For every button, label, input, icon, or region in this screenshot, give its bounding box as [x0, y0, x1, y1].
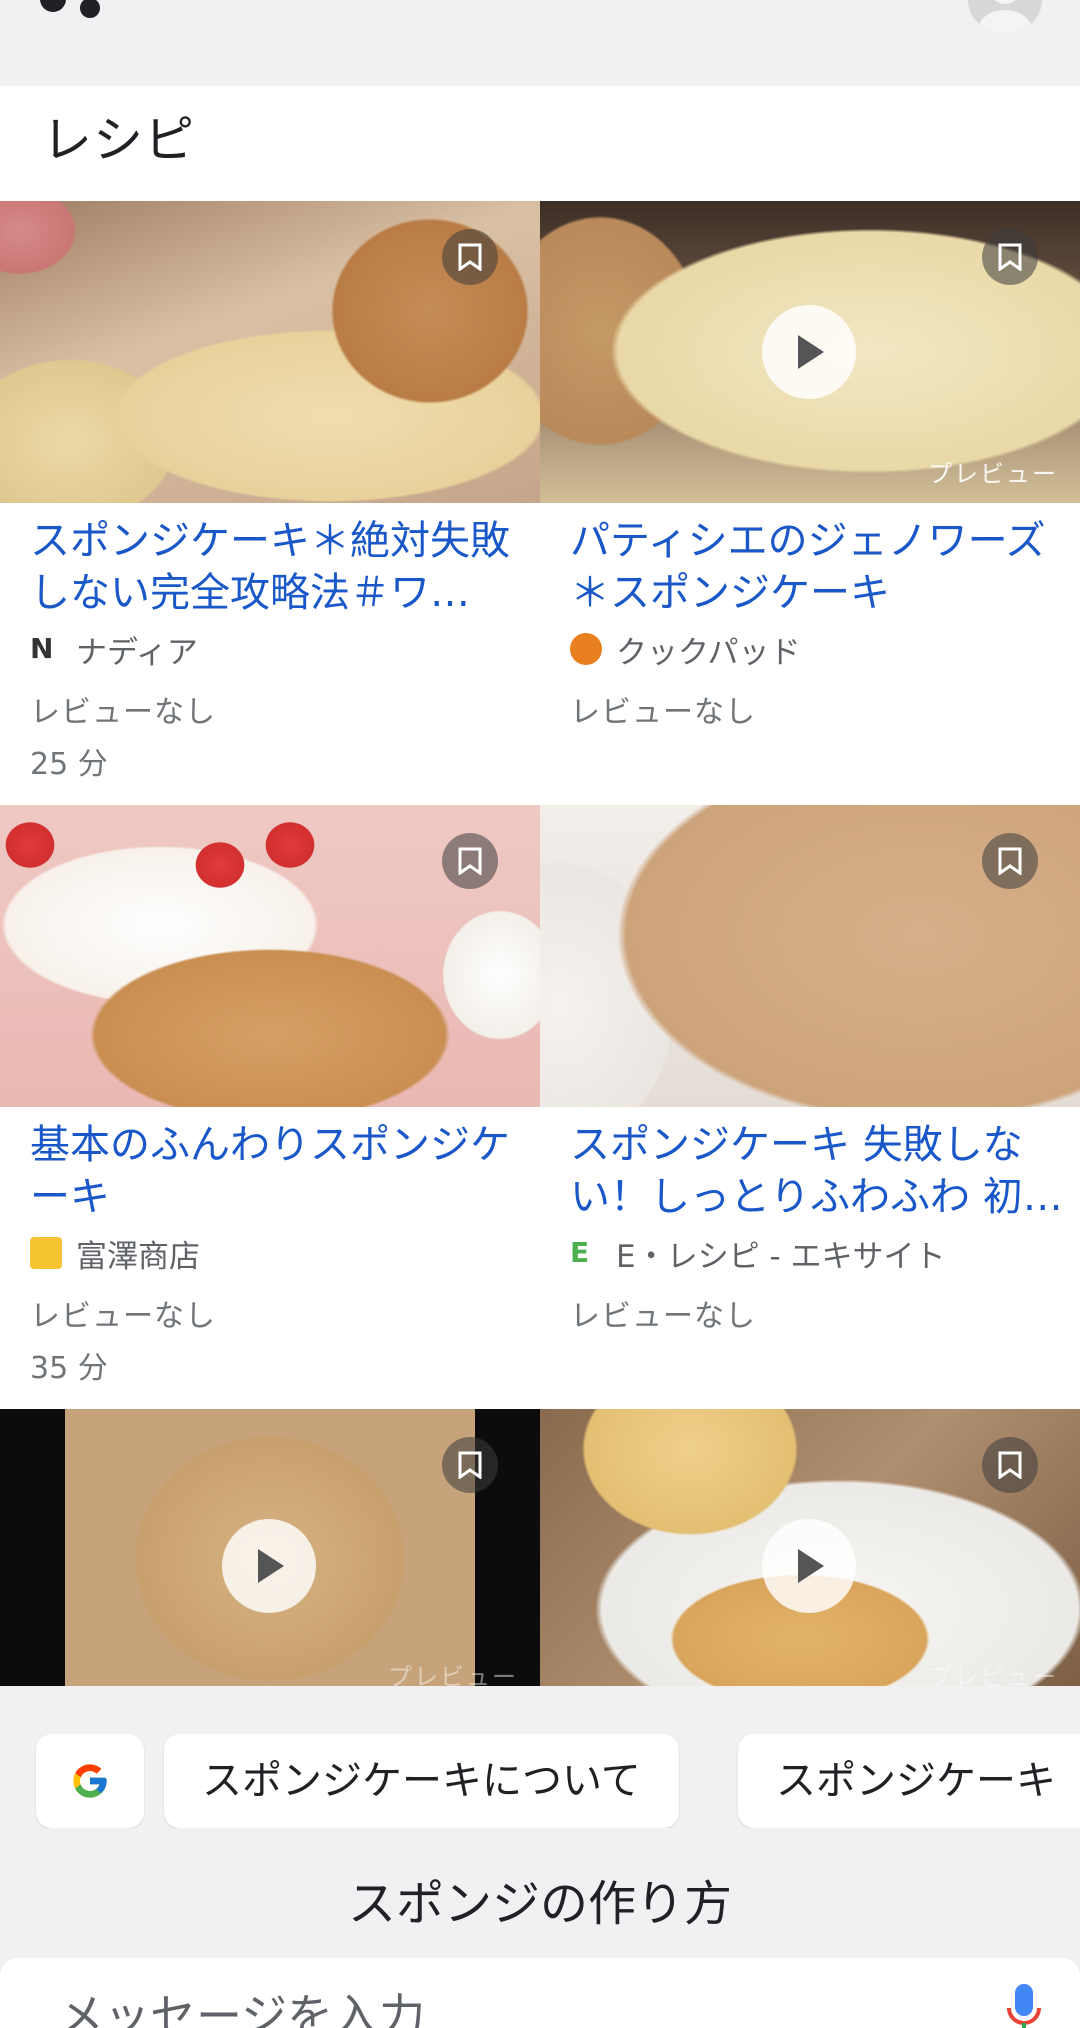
recipe-item[interactable]: プレビュー	[0, 1409, 540, 1686]
bookmark-button[interactable]	[442, 229, 498, 285]
google-search-chip[interactable]	[36, 1734, 144, 1828]
recipe-thumbnail[interactable]	[0, 805, 540, 1107]
cookpad-logo-icon	[570, 633, 602, 665]
recipe-title[interactable]: 基本のふんわりスポンジケーキ	[30, 1119, 530, 1223]
user-query: スポンジの作り方	[347, 1876, 732, 1932]
recipe-thumbnail[interactable]: プレビュー	[540, 201, 1080, 503]
play-button[interactable]	[222, 1519, 316, 1613]
recipe-title[interactable]: パティシエのジェノワーズ＊スポンジケーキ	[570, 515, 1080, 619]
bookmark-icon	[998, 243, 1022, 271]
recipe-title[interactable]: スポンジケーキ 失敗しない！しっとりふわふわ 初…	[570, 1119, 1080, 1223]
recipe-source-label: ナディア	[76, 634, 198, 671]
suggestion-chip[interactable]: スポンジケーキについて	[164, 1734, 679, 1828]
section-title: レシピ	[42, 111, 195, 169]
bookmark-button[interactable]	[442, 1437, 498, 1493]
bookmark-icon	[458, 243, 482, 271]
recipe-thumbnail[interactable]: プレビュー	[540, 1409, 1080, 1686]
recipe-time: 35 分	[30, 1351, 108, 1386]
recipe-item[interactable]: スポンジケーキ＊絶対失敗しない完全攻略法＃ワ… N ナディア レビューなし 25…	[0, 201, 540, 805]
recipe-item[interactable]: プレビュー	[540, 1409, 1080, 1686]
recipe-thumbnail[interactable]: プレビュー	[0, 1409, 540, 1686]
play-icon	[798, 335, 824, 369]
play-icon	[258, 1549, 284, 1583]
bookmark-button[interactable]	[442, 833, 498, 889]
recipe-item[interactable]: プレビュー パティシエのジェノワーズ＊スポンジケーキ クックパッド レビューなし	[540, 201, 1080, 805]
bookmark-icon	[998, 1451, 1022, 1479]
erecipe-logo-icon: E	[570, 1236, 590, 1269]
assistant-dots-icon[interactable]	[40, 0, 110, 30]
recipe-source: クックパッド	[570, 629, 801, 671]
bookmark-button[interactable]	[982, 229, 1038, 285]
play-icon	[798, 1549, 824, 1583]
top-bar	[0, 0, 1080, 86]
recipe-review: レビューなし	[30, 1299, 216, 1334]
google-g-icon	[73, 1764, 107, 1798]
suggestion-chip[interactable]: スポンジケーキ	[738, 1734, 1080, 1828]
recipe-thumbnail[interactable]	[540, 805, 1080, 1107]
recipe-review: レビューなし	[30, 695, 216, 730]
message-input[interactable]: メッセージを入力	[58, 1980, 425, 2028]
bookmark-icon	[458, 847, 482, 875]
bookmark-button[interactable]	[982, 833, 1038, 889]
preview-label: プレビュー	[928, 460, 1058, 488]
recipe-title[interactable]: スポンジケーキ＊絶対失敗しない完全攻略法＃ワ…	[30, 515, 530, 619]
preview-label: プレビュー	[388, 1663, 518, 1686]
recipe-card: レシピ スポンジケーキ＊絶対失敗しない完全攻略法＃ワ… N ナディア レビューな…	[0, 86, 1080, 1686]
recipe-review: レビューなし	[570, 695, 756, 730]
recipe-source-label: クックパッド	[616, 634, 801, 671]
recipe-time: 25 分	[30, 747, 108, 782]
recipe-source: 富澤商店	[30, 1233, 200, 1275]
preview-label: プレビュー	[928, 1663, 1058, 1686]
suggestion-chips: スポンジケーキについて スポンジケーキ	[0, 1734, 1080, 1828]
play-button[interactable]	[762, 305, 856, 399]
recipe-source-label: 富澤商店	[76, 1238, 200, 1275]
recipe-item[interactable]: スポンジケーキ 失敗しない！しっとりふわふわ 初… E E・レシピ - エキサイ…	[540, 805, 1080, 1409]
play-button[interactable]	[762, 1519, 856, 1613]
recipe-source-label: E・レシピ - エキサイト	[616, 1238, 946, 1275]
bookmark-icon	[998, 847, 1022, 875]
nadia-logo-icon: N	[30, 632, 54, 665]
recipe-source: N ナディア	[30, 629, 198, 671]
bookmark-icon	[458, 1451, 482, 1479]
recipe-thumbnail[interactable]	[0, 201, 540, 503]
tomizawa-logo-icon	[30, 1237, 62, 1269]
account-avatar-icon[interactable]	[968, 0, 1042, 34]
recipe-source: E E・レシピ - エキサイト	[570, 1233, 946, 1275]
mic-icon[interactable]	[1006, 1982, 1042, 2028]
recipe-review: レビューなし	[570, 1299, 756, 1334]
bookmark-button[interactable]	[982, 1437, 1038, 1493]
recipe-item[interactable]: 基本のふんわりスポンジケーキ 富澤商店 レビューなし 35 分	[0, 805, 540, 1409]
message-input-bar[interactable]: メッセージを入力	[0, 1958, 1080, 2028]
